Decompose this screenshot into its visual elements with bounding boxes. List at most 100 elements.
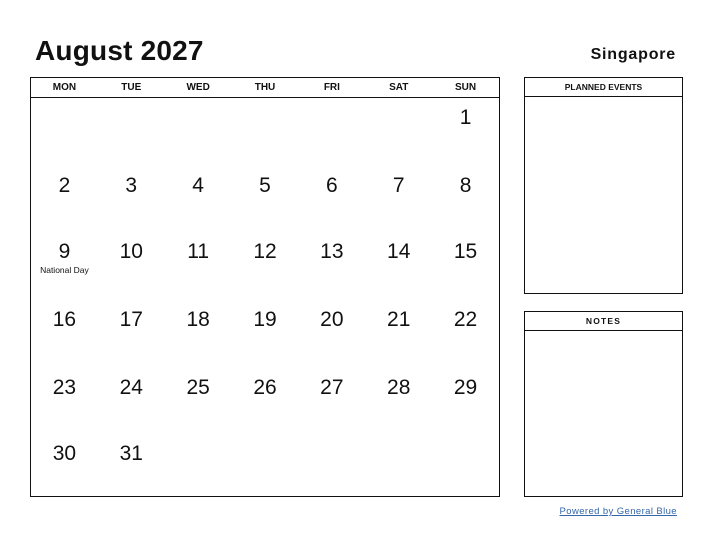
day-number: 20 xyxy=(320,308,344,331)
day-number: 3 xyxy=(125,174,138,197)
day-cell: 24 xyxy=(98,368,165,434)
day-number: 17 xyxy=(119,308,143,331)
weekday-sat: SAT xyxy=(389,82,409,93)
day-cell xyxy=(432,434,499,500)
day-number: 14 xyxy=(387,240,411,263)
planned-events-title: PLANNED EVENTS xyxy=(525,78,682,97)
day-number: 29 xyxy=(453,376,478,399)
day-cell: 29 xyxy=(432,368,499,434)
day-number xyxy=(298,98,365,106)
day-cell: 16 xyxy=(31,300,98,368)
day-number xyxy=(31,98,98,106)
day-cell: 1 xyxy=(432,98,499,166)
day-number: 15 xyxy=(453,240,478,263)
day-cell: 25 xyxy=(165,368,232,434)
day-cell: 7 xyxy=(365,166,432,232)
day-number xyxy=(298,434,365,442)
day-cell: 31 xyxy=(98,434,165,500)
day-number: 5 xyxy=(259,174,271,197)
holiday-label: National Day xyxy=(40,265,89,275)
day-cell xyxy=(31,98,98,166)
day-cell: 4 xyxy=(165,166,232,232)
day-cell xyxy=(298,98,365,166)
day-cell: 3 xyxy=(98,166,165,232)
day-cell: 18 xyxy=(165,300,232,368)
day-number: 10 xyxy=(119,240,143,263)
day-number xyxy=(365,98,432,106)
day-cell: 20 xyxy=(298,300,365,368)
page-title: August 2027 xyxy=(35,35,204,66)
day-number xyxy=(232,98,299,106)
day-cell: 15 xyxy=(432,232,499,300)
day-number: 12 xyxy=(253,240,277,263)
powered-by-link[interactable]: Powered by General Blue xyxy=(560,506,677,517)
day-number: 18 xyxy=(186,308,210,331)
day-number: 22 xyxy=(453,308,478,331)
day-cell: 11 xyxy=(165,232,232,300)
day-number xyxy=(232,434,299,442)
notes-panel: NOTES xyxy=(524,311,683,497)
day-cell: 28 xyxy=(365,368,432,434)
day-number: 13 xyxy=(320,240,344,263)
day-cell: 5 xyxy=(232,166,299,232)
day-number xyxy=(432,434,499,442)
day-number: 19 xyxy=(253,308,277,331)
day-number: 11 xyxy=(187,240,210,263)
country-label: Singapore xyxy=(590,46,676,63)
day-cell xyxy=(98,98,165,166)
day-number: 31 xyxy=(119,442,143,465)
day-cell xyxy=(165,434,232,500)
day-number: 2 xyxy=(58,174,71,197)
day-number: 27 xyxy=(320,376,344,399)
day-number xyxy=(98,98,165,106)
day-number: 9 xyxy=(58,240,71,263)
planned-events-panel: PLANNED EVENTS xyxy=(524,77,683,294)
day-number: 25 xyxy=(186,376,210,399)
day-cell xyxy=(232,98,299,166)
day-cell xyxy=(165,98,232,166)
day-number: 8 xyxy=(459,174,472,197)
day-cell: 30 xyxy=(31,434,98,500)
day-cell: 12 xyxy=(232,232,299,300)
day-cell: 26 xyxy=(232,368,299,434)
day-cell: 27 xyxy=(298,368,365,434)
calendar-days: 1 2 3 4 5 6 7 8 9 National Day 10 11 12 13 14 15 16 17 18 1… xyxy=(31,98,499,500)
day-cell: 8 xyxy=(432,166,499,232)
day-cell: 2 xyxy=(31,166,98,232)
day-cell: 23 xyxy=(31,368,98,434)
day-number: 28 xyxy=(387,376,411,399)
day-cell: 22 xyxy=(432,300,499,368)
day-cell: 6 xyxy=(298,166,365,232)
day-number xyxy=(165,98,232,106)
day-cell xyxy=(298,434,365,500)
day-number xyxy=(165,434,232,442)
day-number: 26 xyxy=(253,376,277,399)
day-number: 21 xyxy=(387,308,411,331)
weekday-fri: FRI xyxy=(323,82,340,93)
day-number: 16 xyxy=(52,308,77,331)
weekday-wed: WED xyxy=(186,82,210,93)
day-cell: 10 xyxy=(98,232,165,300)
day-cell: 19 xyxy=(232,300,299,368)
day-number: 4 xyxy=(192,174,204,197)
day-number xyxy=(365,434,432,442)
day-number: 24 xyxy=(119,376,143,399)
day-number: 1 xyxy=(459,106,472,129)
day-cell: 9 National Day xyxy=(31,232,98,300)
day-number: 23 xyxy=(52,376,77,399)
weekday-header-row: MON TUE WED THU FRI SAT SUN xyxy=(31,78,499,98)
day-cell: 17 xyxy=(98,300,165,368)
weekday-tue: TUE xyxy=(121,82,142,93)
weekday-sun: SUN xyxy=(455,82,477,93)
day-cell: 21 xyxy=(365,300,432,368)
day-cell xyxy=(365,98,432,166)
calendar-grid: MON TUE WED THU FRI SAT SUN 1 2 3 4 5 6 7 8 9 Nat… xyxy=(30,77,500,497)
day-number: 6 xyxy=(326,174,338,197)
day-cell: 14 xyxy=(365,232,432,300)
day-cell xyxy=(365,434,432,500)
weekday-mon: MON xyxy=(52,82,77,93)
day-number: 7 xyxy=(392,174,405,197)
notes-title: NOTES xyxy=(525,312,682,331)
day-number: 30 xyxy=(52,442,77,465)
weekday-thu: THU xyxy=(254,82,276,93)
